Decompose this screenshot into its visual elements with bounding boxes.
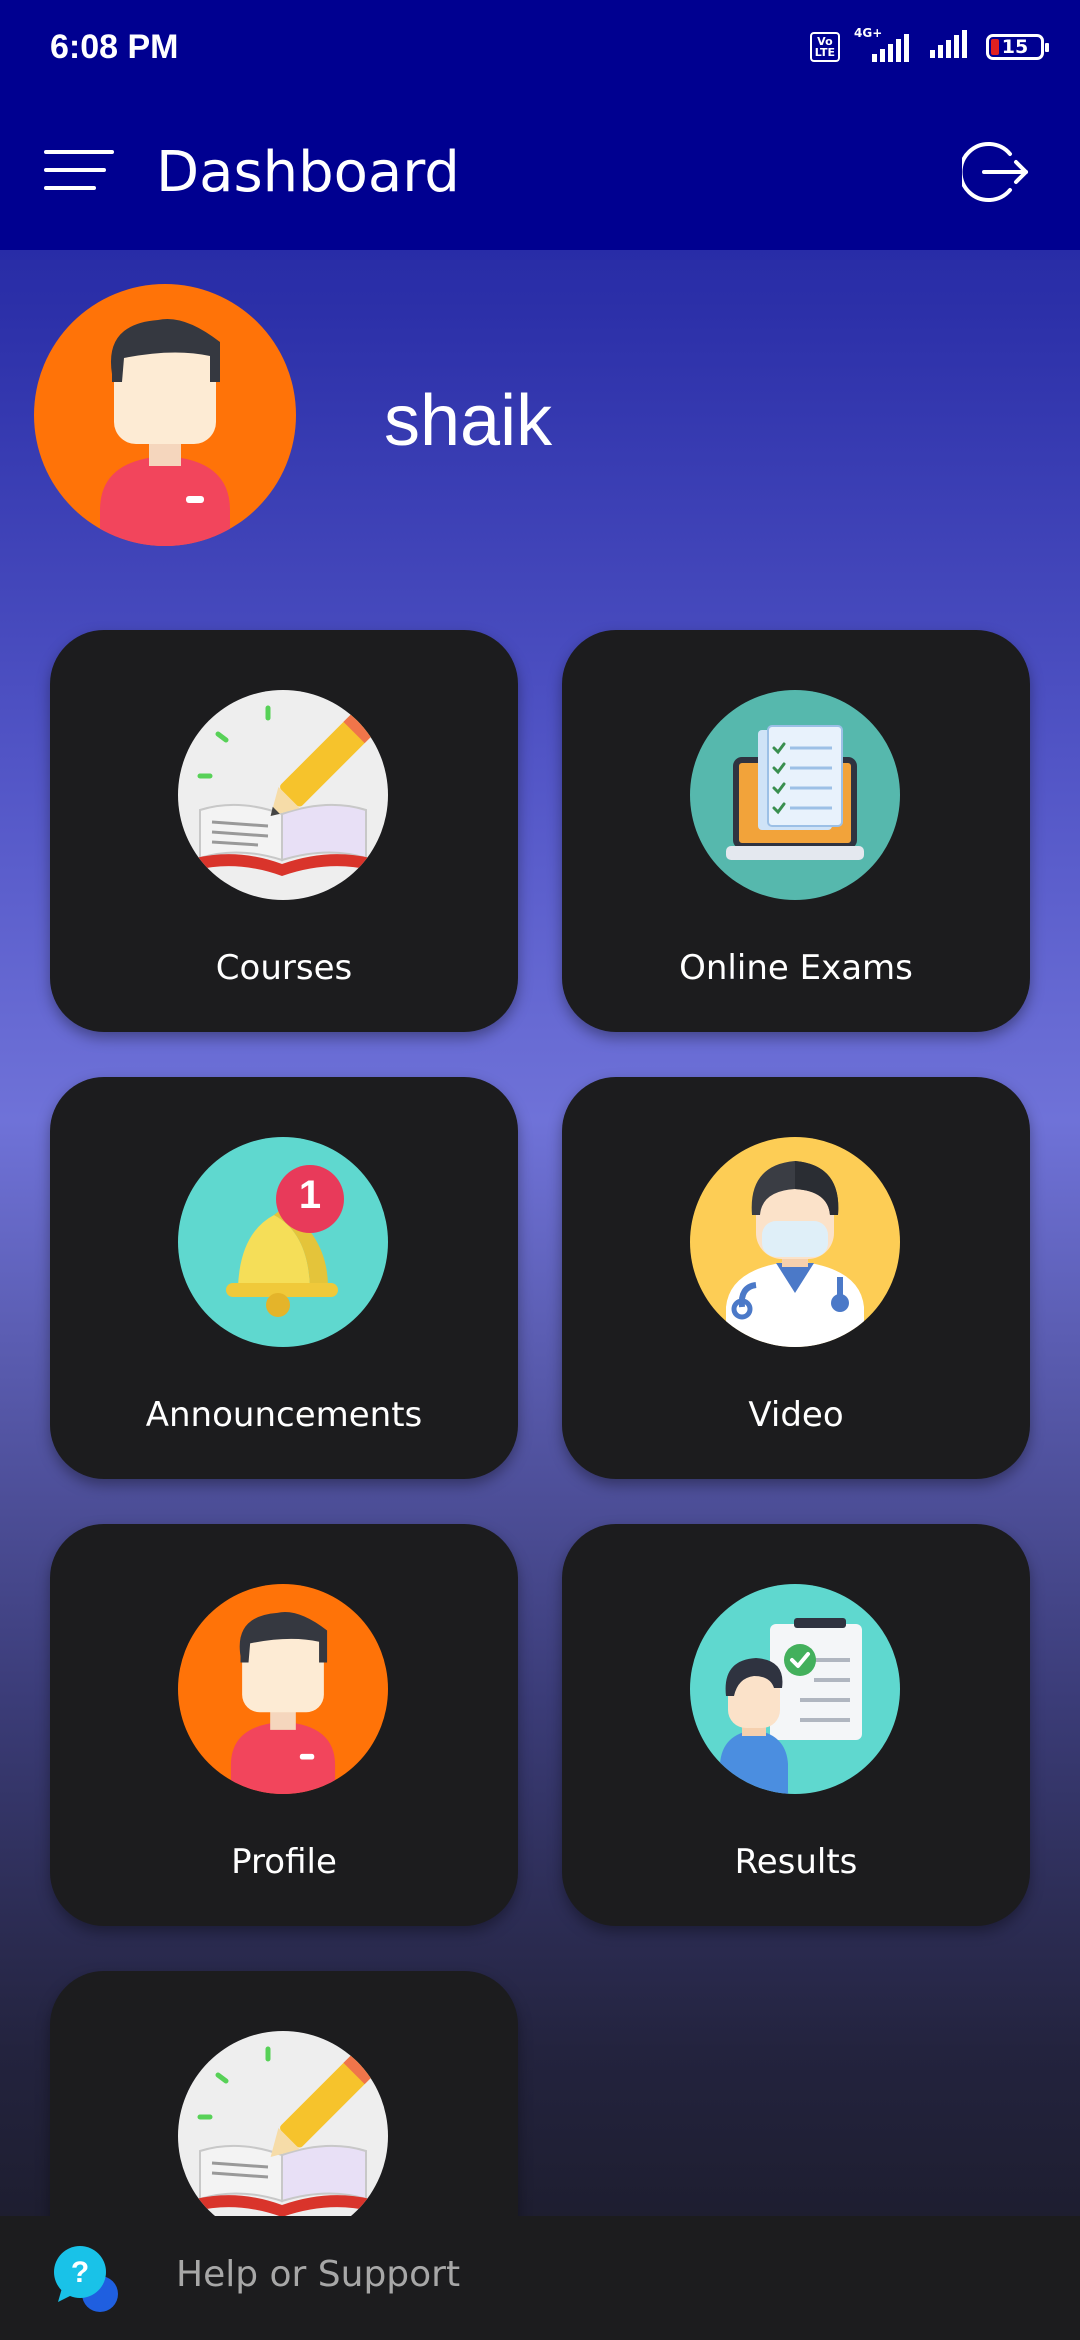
user-avatar-icon <box>178 1584 388 1794</box>
tile-video[interactable]: Video <box>562 1077 1030 1479</box>
signal-icon: 4G+ <box>854 26 914 62</box>
book-pencil-icon <box>178 690 388 900</box>
tile-results[interactable]: Results <box>562 1524 1030 1926</box>
tile-courses[interactable]: Courses <box>50 630 518 1032</box>
notification-badge: 1 <box>298 1173 322 1217</box>
tile-label: Profile <box>231 1842 337 1882</box>
tile-label: Video <box>748 1395 844 1435</box>
tile-profile[interactable]: Profile <box>50 1524 518 1926</box>
laptop-checklist-icon <box>690 690 900 900</box>
battery-icon: 15 <box>986 34 1049 60</box>
dashboard-screen: 6:08 PM Vo LTE 4G+ 15 Dashboard shaik Co… <box>0 0 1080 2340</box>
book-pencil-icon <box>178 2031 388 2241</box>
user-avatar-icon[interactable] <box>34 284 296 546</box>
doctor-icon <box>690 1137 900 1347</box>
svg-text:?: ? <box>71 2256 89 2289</box>
clipboard-result-icon <box>690 1584 900 1794</box>
user-name: shaik <box>384 381 553 461</box>
tile-label: Courses <box>215 948 353 988</box>
help-support-bar[interactable]: ? Help or Support <box>0 2216 1080 2340</box>
signal-icon-2 <box>928 30 972 64</box>
page-title: Dashboard <box>156 140 460 205</box>
tile-label: Results <box>734 1842 858 1882</box>
volte-icon: Vo LTE <box>809 32 840 62</box>
status-bar: 6:08 PM Vo LTE 4G+ 15 <box>0 0 1080 96</box>
help-chat-icon: ? <box>52 2244 124 2316</box>
logout-icon[interactable] <box>958 140 1032 204</box>
status-time: 6:08 PM <box>50 28 179 66</box>
status-icons: Vo LTE 4G+ 15 <box>809 26 1049 64</box>
tile-announcements[interactable]: 1 Announcements <box>50 1077 518 1479</box>
hamburger-menu-icon[interactable] <box>44 148 114 192</box>
bell-notification-icon: 1 <box>178 1137 388 1347</box>
help-label: Help or Support <box>176 2254 461 2295</box>
tile-label: Online Exams <box>679 948 913 988</box>
tile-online-exams[interactable]: Online Exams <box>562 630 1030 1032</box>
app-bar: Dashboard <box>0 96 1080 250</box>
tile-label: Announcements <box>145 1395 423 1435</box>
